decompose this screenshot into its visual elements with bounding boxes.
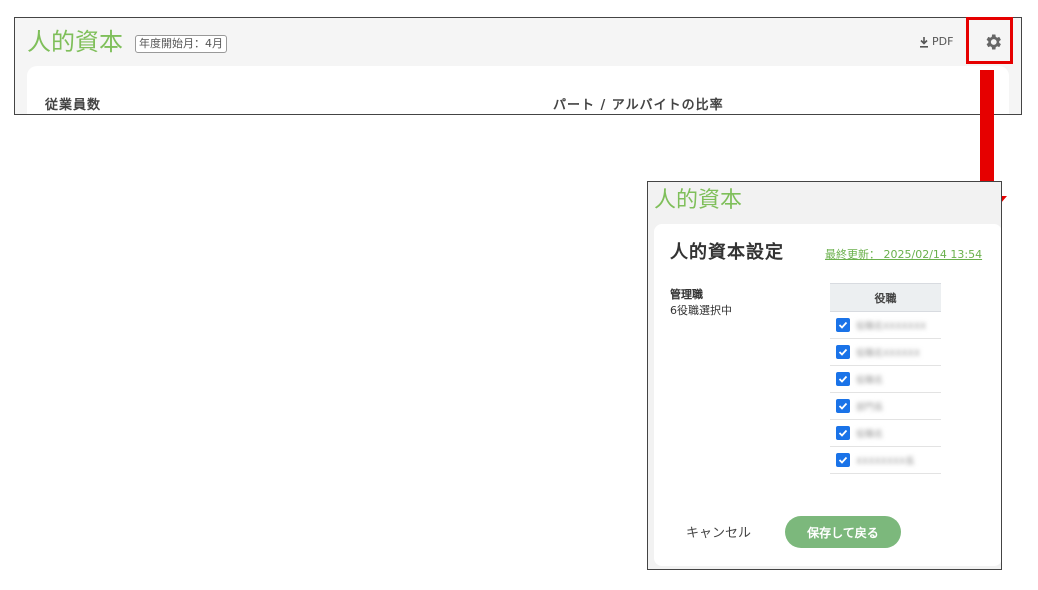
role-table-header: 役職 bbox=[830, 283, 941, 312]
part-time-ratio-label: パート / アルバイトの比率 bbox=[553, 98, 724, 113]
role-row[interactable]: 役職名XXXXXXX bbox=[830, 312, 941, 339]
summary-card bbox=[27, 66, 1009, 114]
role-row[interactable]: XXXXXXXX長 bbox=[830, 447, 941, 474]
checkbox-checked-icon[interactable] bbox=[836, 399, 850, 413]
pdf-label: PDF bbox=[932, 35, 954, 48]
role-label: 部門長 bbox=[856, 402, 884, 413]
employee-count-label: 従業員数 bbox=[45, 98, 102, 113]
role-table: 役職 役職名XXXXXXX 役職名XXXXXX 役職名 部門長 役職名 XXXX… bbox=[830, 283, 941, 474]
role-row[interactable]: 役職名XXXXXX bbox=[830, 339, 941, 366]
top-screenshot-panel: 人的資本 年度開始月：4月 PDF 従業員数 パート / アルバイトの比率 bbox=[14, 17, 1022, 115]
role-label: 役職名 bbox=[856, 429, 884, 440]
page-title: 人的資本 bbox=[27, 28, 123, 56]
save-and-return-button[interactable]: 保存して戻る bbox=[785, 516, 901, 548]
settings-highlight-box bbox=[966, 17, 1013, 64]
pdf-download-button[interactable]: PDF bbox=[919, 34, 953, 50]
manager-selected-count: 6役職選択中 bbox=[670, 304, 732, 317]
checkbox-checked-icon[interactable] bbox=[836, 318, 850, 332]
last-update-link[interactable]: 最終更新： 2025/02/14 13:54 bbox=[825, 246, 982, 262]
role-label: XXXXXXXX長 bbox=[856, 456, 915, 467]
settings-dialog bbox=[654, 224, 1001, 566]
checkbox-checked-icon[interactable] bbox=[836, 453, 850, 467]
dialog-page-title: 人的資本 bbox=[654, 188, 743, 213]
checkbox-checked-icon[interactable] bbox=[836, 372, 850, 386]
settings-screenshot-panel: 人的資本 人的資本設定 最終更新： 2025/02/14 13:54 管理職 6… bbox=[647, 181, 1002, 570]
checkbox-checked-icon[interactable] bbox=[836, 426, 850, 440]
role-label: 役職名 bbox=[856, 375, 884, 386]
role-row[interactable]: 部門長 bbox=[830, 393, 941, 420]
download-icon bbox=[920, 36, 928, 48]
role-label: 役職名XXXXXX bbox=[856, 348, 920, 359]
checkbox-checked-icon[interactable] bbox=[836, 345, 850, 359]
fiscal-start-badge: 年度開始月：4月 bbox=[135, 35, 227, 53]
role-row[interactable]: 役職名 bbox=[830, 366, 941, 393]
manager-label: 管理職 bbox=[670, 288, 703, 301]
dialog-heading: 人的資本設定 bbox=[670, 242, 784, 263]
role-row[interactable]: 役職名 bbox=[830, 420, 941, 447]
role-label: 役職名XXXXXXX bbox=[856, 321, 927, 332]
cancel-button[interactable]: キャンセル bbox=[686, 522, 751, 541]
arrow-shaft bbox=[980, 70, 994, 198]
